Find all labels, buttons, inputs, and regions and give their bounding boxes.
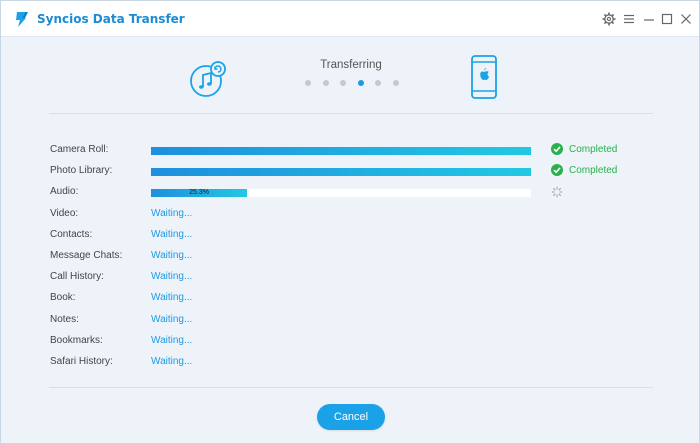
transfer-item-label: Audio:	[50, 186, 79, 198]
transfer-item-label: Call History:	[50, 271, 104, 283]
maximize-icon[interactable]	[659, 11, 675, 27]
minimize-icon[interactable]	[641, 11, 657, 27]
progress-percent-text: 25.3%	[189, 189, 209, 197]
check-circle-icon	[551, 164, 563, 177]
progress-dot	[392, 80, 399, 86]
transfer-header: Transferring	[1, 38, 699, 114]
transfer-item-row: Notes: Waiting...	[50, 314, 650, 328]
iphone-apple-icon	[471, 55, 497, 99]
progress-dot	[375, 80, 381, 86]
progress-bar	[151, 147, 531, 155]
progress-dot	[340, 80, 346, 86]
footer-divider	[49, 387, 653, 388]
title-bar: Syncios Data Transfer	[1, 1, 699, 37]
transfer-item-row: Bookmarks: Waiting...	[50, 335, 650, 349]
completed-status: Completed	[551, 164, 618, 177]
app-title: Syncios Data Transfer	[37, 12, 185, 26]
progress-bar-fill	[151, 147, 531, 155]
transfer-progress-dots	[305, 80, 405, 88]
transfer-item-row: Photo Library: Completed	[50, 164, 650, 179]
completed-status-text: Completed	[569, 164, 618, 176]
waiting-status-text: Waiting...	[151, 334, 193, 346]
transfer-item-label: Safari History:	[50, 356, 113, 367]
completed-status: Completed	[551, 143, 617, 155]
progress-bar-fill	[151, 168, 531, 177]
waiting-status-text: Waiting...	[151, 271, 193, 283]
progress-dot	[357, 80, 364, 86]
header-divider	[49, 113, 653, 114]
transfer-item-row: Audio: 25.3%	[50, 186, 650, 200]
settings-gear-icon[interactable]	[601, 11, 617, 27]
itunes-music-icon	[190, 61, 226, 97]
progress-bar: 25.3%	[151, 189, 531, 198]
transfer-item-label: Video:	[50, 207, 79, 219]
progress-bar	[151, 168, 531, 177]
waiting-status-text: Waiting...	[151, 250, 193, 261]
transfer-status-label: Transferring	[320, 59, 382, 71]
menu-icon[interactable]	[621, 11, 637, 27]
transfer-item-row: Camera Roll: Completed	[50, 143, 650, 158]
transfer-item-label: Camera Roll:	[50, 144, 109, 155]
transfer-item-label: Contacts:	[50, 228, 93, 240]
waiting-status-text: Waiting...	[151, 207, 193, 219]
waiting-status-text: Waiting...	[151, 356, 193, 367]
transfer-item-label: Message Chats:	[50, 250, 123, 261]
transfer-item-row: Safari History: Waiting...	[50, 356, 650, 370]
transfer-item-row: Call History: Waiting...	[50, 271, 650, 285]
waiting-status-text: Waiting...	[151, 292, 193, 304]
close-icon[interactable]	[678, 11, 694, 27]
transfer-item-label: Bookmarks:	[50, 334, 103, 346]
app-window: Syncios Data Transfer Transferring Camer…	[0, 0, 700, 444]
transfer-item-label: Notes:	[50, 313, 79, 325]
waiting-status-text: Waiting...	[151, 228, 193, 240]
transfer-item-row: Video: Waiting...	[50, 208, 650, 222]
progress-dot	[305, 80, 311, 86]
transfer-item-row: Contacts: Waiting...	[50, 229, 650, 243]
loading-spinner-icon	[551, 187, 563, 198]
check-circle-icon	[551, 143, 563, 155]
cancel-button[interactable]: Cancel	[317, 404, 385, 430]
completed-status-text: Completed	[569, 143, 618, 155]
transfer-item-label: Photo Library:	[50, 165, 113, 177]
transfer-item-row: Message Chats: Waiting...	[50, 250, 650, 264]
transfer-item-row: Book: Waiting...	[50, 292, 650, 306]
waiting-status-text: Waiting...	[151, 313, 193, 325]
transfer-item-label: Book:	[50, 292, 76, 304]
progress-dot	[322, 80, 329, 86]
syncios-logo-icon	[16, 12, 28, 27]
